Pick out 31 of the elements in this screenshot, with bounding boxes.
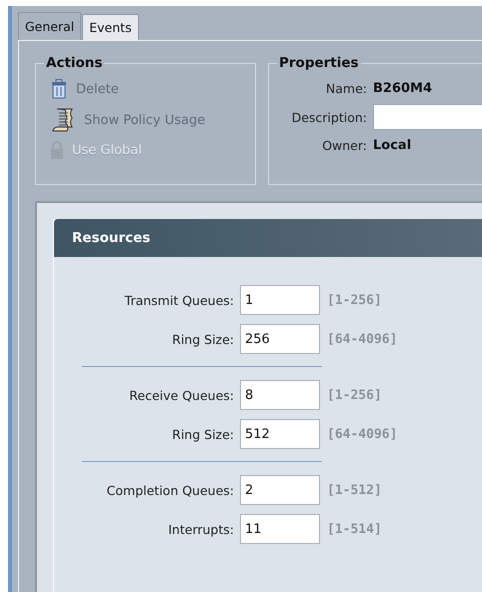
range-hint: [1-514] — [327, 522, 383, 536]
range-hint: [1-256] — [327, 388, 383, 402]
description-field[interactable] — [373, 104, 482, 130]
tab[interactable]: Events — [82, 14, 139, 40]
field-label: Ring Size: — [171, 426, 234, 442]
range-hint: [1-512] — [327, 482, 383, 498]
field-label: Interrupts: — [167, 522, 234, 536]
field-label: Description: — [290, 110, 367, 124]
field-label: Completion Queues: — [106, 482, 234, 498]
section-title: Resources — [72, 230, 150, 246]
input-field[interactable]: 256 — [240, 324, 320, 354]
input-field[interactable]: 512 — [240, 419, 320, 449]
input-field[interactable]: 1 — [240, 285, 320, 315]
field-label: Receive Queues: — [128, 388, 234, 402]
field-value: B260M4 — [373, 81, 434, 96]
field-label: Name: — [324, 81, 367, 96]
tab[interactable]: General — [18, 12, 82, 40]
scroll-icon — [50, 107, 76, 133]
input-field[interactable]: 2 — [240, 475, 320, 505]
trash-icon — [50, 79, 68, 99]
field-label: Owner: — [321, 138, 367, 153]
input-field[interactable]: 8 — [240, 380, 320, 410]
range-hint: [64-4096] — [327, 426, 398, 442]
range-hint: [1-256] — [327, 292, 383, 308]
range-hint: [64-4096] — [327, 332, 398, 346]
group-title: Properties — [278, 55, 360, 71]
field-value: Local — [373, 138, 412, 153]
input-field[interactable]: 11 — [240, 514, 320, 544]
group-title: Actions — [45, 55, 104, 71]
field-label: Ring Size: — [171, 332, 234, 346]
field-label: Transmit Queues: — [124, 292, 234, 308]
